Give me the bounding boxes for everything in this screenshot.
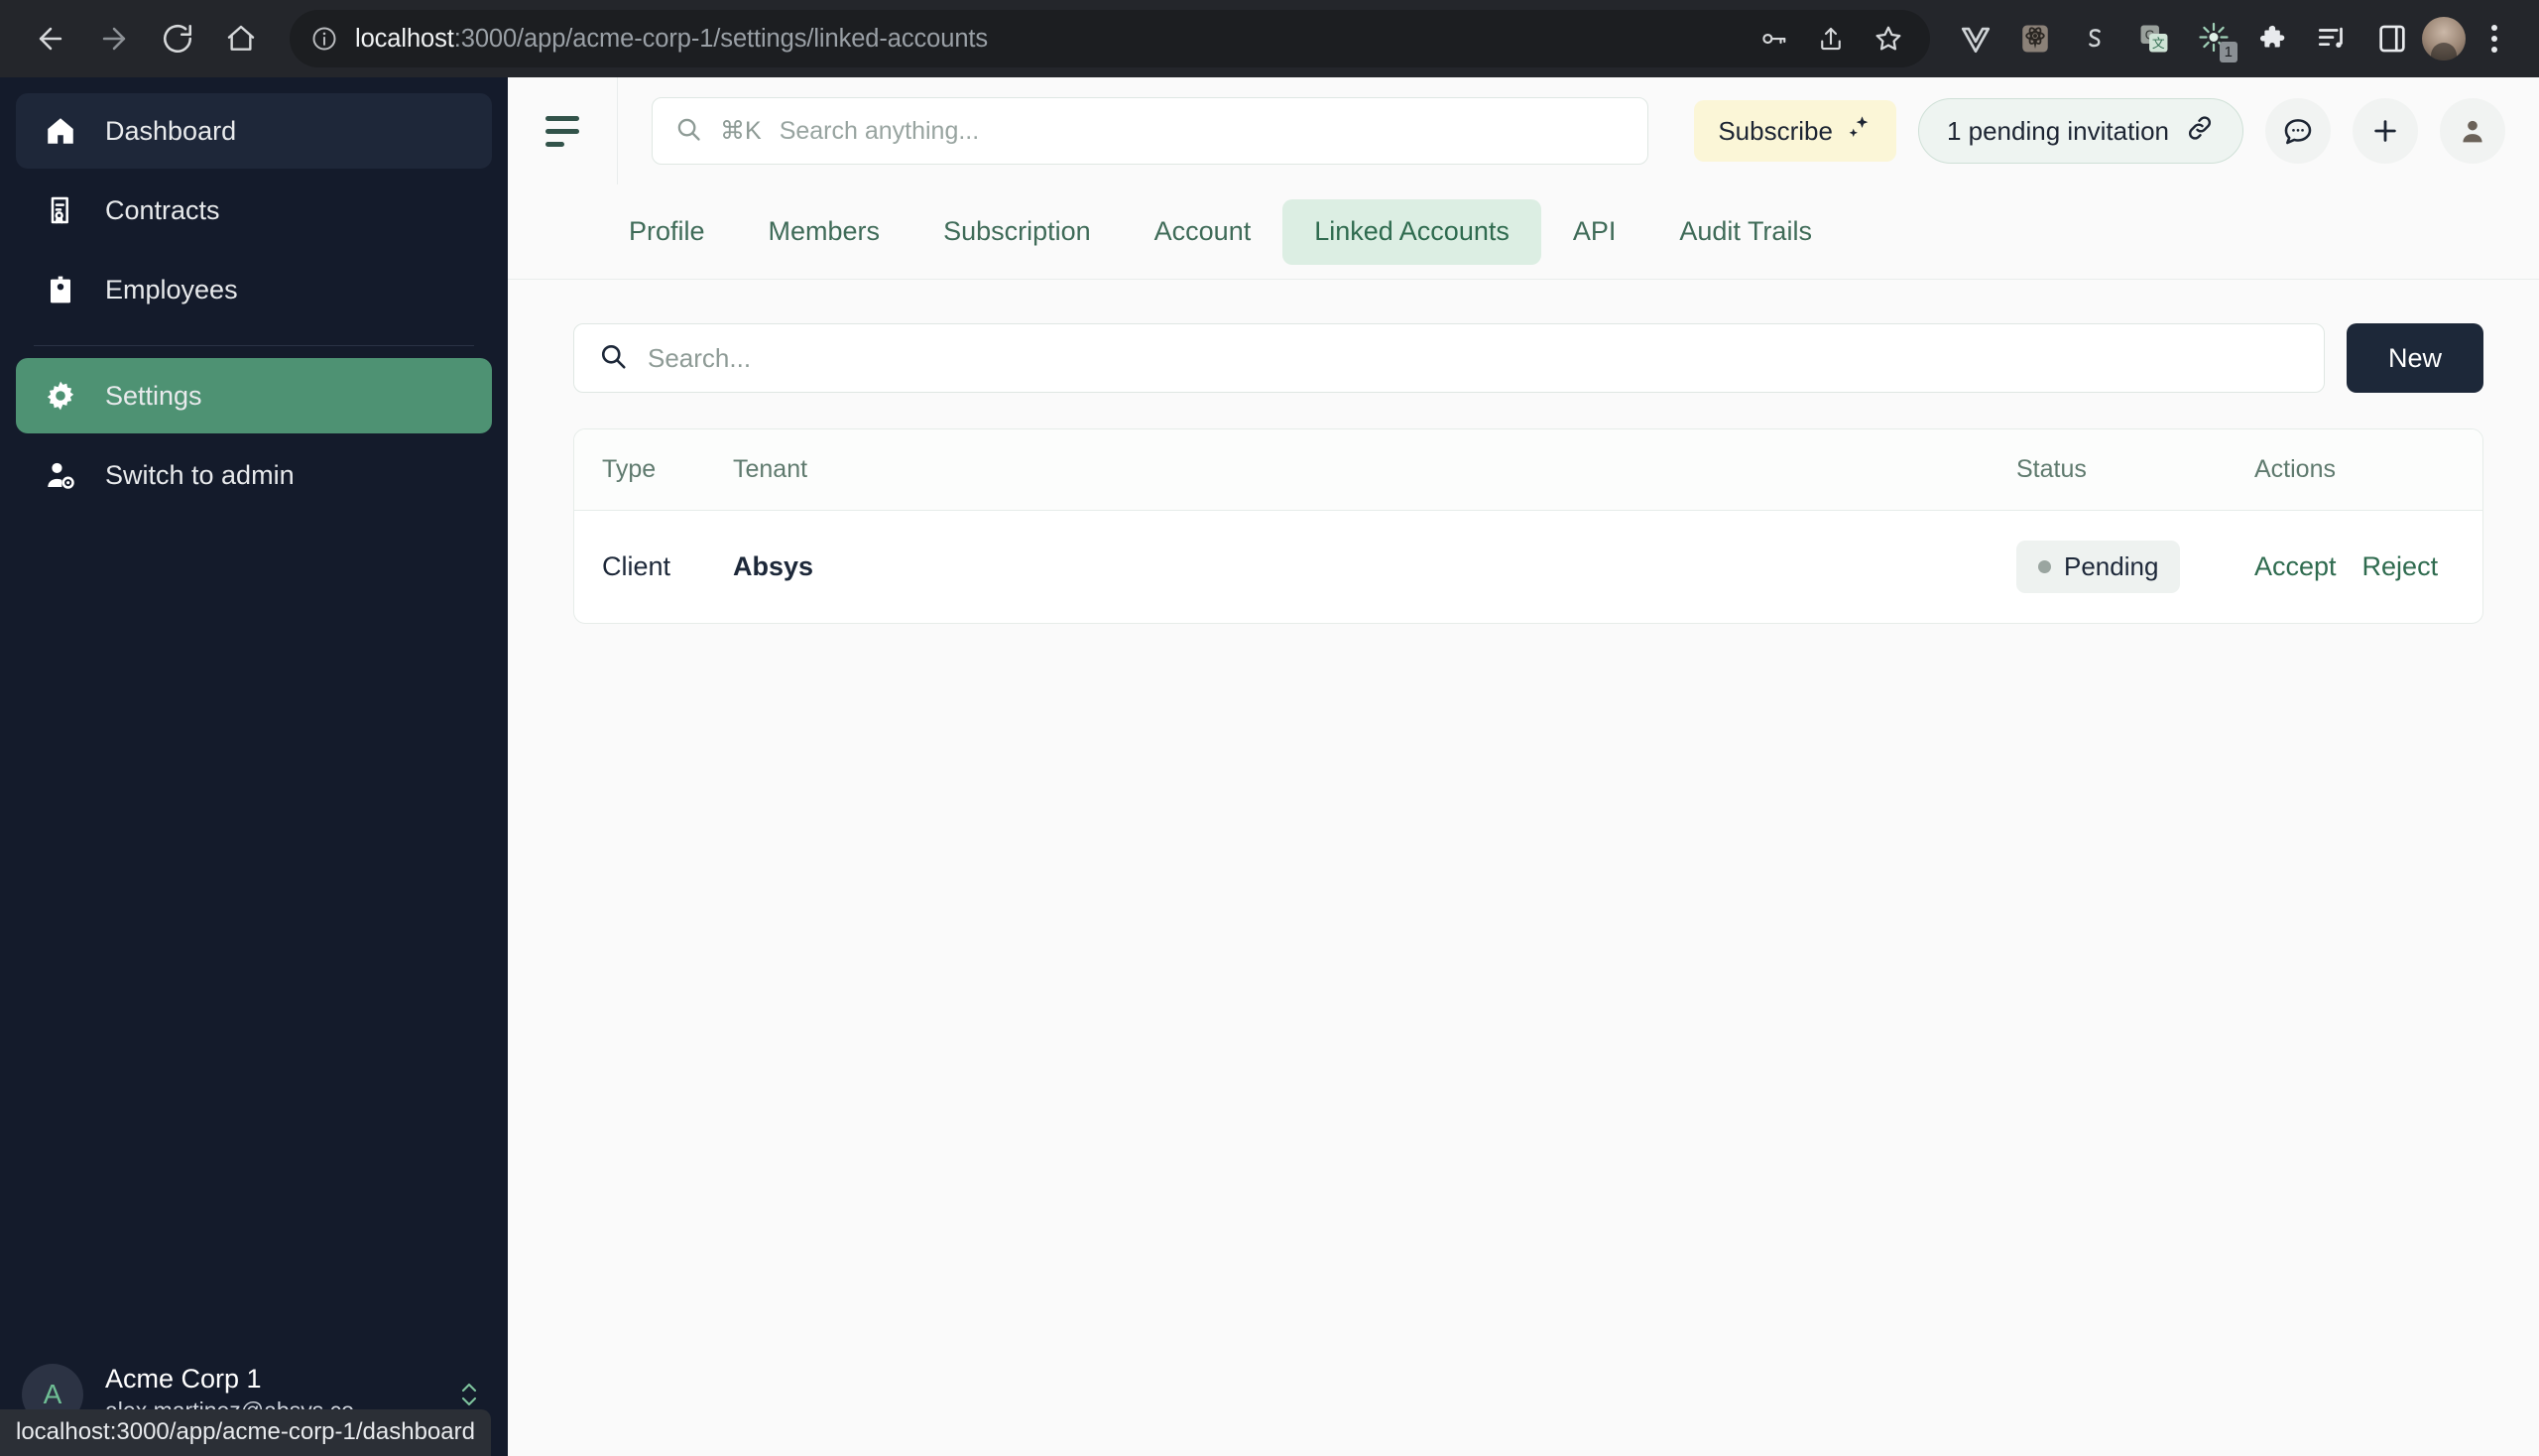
home-icon[interactable] (212, 10, 270, 67)
global-search-input[interactable]: ⌘K Search anything... (652, 97, 1648, 165)
side-panel-icon[interactable] (2368, 15, 2416, 62)
sidebar-item-settings[interactable]: Settings (16, 358, 492, 433)
sidebar-item-label: Settings (105, 380, 202, 411)
subscribe-button[interactable]: Subscribe (1694, 100, 1896, 162)
column-header-status: Status (2016, 429, 2254, 511)
linked-accounts-table: Type Tenant Status Actions Client Absys (573, 428, 2483, 624)
new-button[interactable]: New (2346, 323, 2483, 393)
user-gear-icon (42, 456, 79, 494)
chat-bubble-icon[interactable] (2265, 98, 2331, 164)
topbar-actions: Subscribe 1 pending invitation (1694, 98, 2505, 164)
sidebar-item-label: Switch to admin (105, 459, 295, 490)
id-badge-icon (42, 271, 79, 308)
extension-badge-count: 1 (2219, 42, 2237, 62)
cell-actions: Accept Reject (2254, 511, 2482, 624)
table-row: Client Absys Pending Accept Reject (574, 511, 2482, 624)
tab-audit-trails[interactable]: Audit Trails (1647, 199, 1844, 265)
share-icon[interactable] (1809, 17, 1853, 61)
table-header-row: Type Tenant Status Actions (574, 429, 2482, 511)
sparkle-extension-icon[interactable]: 1 (2190, 15, 2237, 62)
address-bar[interactable]: localhost:3000/app/acme-corp-1/settings/… (290, 10, 1930, 67)
extensions-puzzle-icon[interactable] (2249, 15, 2297, 62)
sidebar-item-label: Employees (105, 274, 238, 304)
sidebar-nav: Dashboard Contracts Employees Settings S… (0, 77, 508, 517)
status-label: Pending (2064, 551, 2159, 581)
search-placeholder: Search anything... (779, 116, 980, 145)
forward-arrow-icon[interactable] (85, 10, 143, 67)
stripe-icon[interactable] (2071, 15, 2118, 62)
three-dot-menu-icon[interactable] (2472, 14, 2517, 63)
gear-icon (42, 377, 79, 415)
sidebar-item-employees[interactable]: Employees (16, 252, 492, 327)
svg-text:文: 文 (2152, 36, 2165, 51)
tab-account[interactable]: Account (1123, 199, 1283, 265)
site-info-icon[interactable] (309, 24, 339, 54)
star-icon[interactable] (1867, 17, 1910, 61)
sidebar-item-label: Contracts (105, 194, 220, 225)
vue-devtools-icon[interactable] (1952, 15, 1999, 62)
sidebar-item-dashboard[interactable]: Dashboard (16, 93, 492, 169)
reading-list-icon[interactable] (2309, 15, 2357, 62)
sidebar-divider (34, 345, 474, 346)
extension-toolbar: G文 1 (1952, 15, 2416, 62)
plus-icon[interactable] (2353, 98, 2418, 164)
column-header-tenant: Tenant (733, 429, 2016, 511)
tab-subscription[interactable]: Subscription (911, 199, 1123, 265)
reload-icon[interactable] (149, 10, 206, 67)
cell-type: Client (602, 551, 671, 581)
search-placeholder: Search... (648, 342, 752, 373)
link-icon (2185, 113, 2215, 150)
app-shell: Dashboard Contracts Employees Settings S… (0, 77, 2539, 1456)
app-topbar: ⌘K Search anything... Subscribe 1 pendin… (508, 77, 2539, 184)
browser-chrome: localhost:3000/app/acme-corp-1/settings/… (0, 0, 2539, 77)
sidebar-toggle-icon[interactable] (508, 77, 617, 184)
column-header-type: Type (574, 429, 733, 511)
topbar-divider (617, 77, 618, 184)
linked-accounts-panel: Search... New Type Tenant Status Actions (508, 280, 2539, 1456)
status-dot-icon (2038, 560, 2051, 573)
pending-invitation-label: 1 pending invitation (1946, 115, 2169, 146)
reject-link[interactable]: Reject (2362, 551, 2439, 582)
address-bar-url: localhost:3000/app/acme-corp-1/settings/… (355, 24, 989, 53)
tab-profile[interactable]: Profile (597, 199, 737, 265)
contract-icon (42, 191, 79, 229)
main-area: ⌘K Search anything... Subscribe 1 pendin… (508, 77, 2539, 1456)
table-toolbar: Search... New (573, 323, 2483, 393)
home-icon (42, 112, 79, 150)
status-badge: Pending (2016, 541, 2181, 593)
tab-linked-accounts[interactable]: Linked Accounts (1282, 198, 1541, 265)
column-header-actions: Actions (2254, 429, 2482, 511)
sparkles-icon (1845, 114, 1873, 149)
org-name: Acme Corp 1 (105, 1364, 262, 1395)
cell-tenant: Absys (733, 511, 2016, 624)
pending-invitation-button[interactable]: 1 pending invitation (1917, 98, 2243, 164)
sidebar-item-switch-to-admin[interactable]: Switch to admin (16, 437, 492, 513)
sidebar-item-label: Dashboard (105, 115, 237, 146)
back-arrow-icon[interactable] (22, 10, 79, 67)
search-icon (674, 115, 702, 148)
search-input[interactable]: Search... (573, 323, 2325, 393)
user-avatar-icon[interactable] (2440, 98, 2505, 164)
cell-status: Pending (2016, 511, 2254, 624)
chrome-profile-avatar[interactable] (2422, 17, 2466, 61)
browser-status-bar: localhost:3000/app/acme-corp-1/dashboard (0, 1409, 491, 1456)
sidebar-item-contracts[interactable]: Contracts (16, 173, 492, 248)
subscribe-label: Subscribe (1718, 115, 1833, 146)
sidebar: Dashboard Contracts Employees Settings S… (0, 77, 508, 1456)
search-icon (598, 341, 628, 376)
accept-link[interactable]: Accept (2254, 551, 2337, 582)
search-shortcut-hint: ⌘K (720, 117, 762, 145)
tab-members[interactable]: Members (737, 199, 912, 265)
settings-tabs: Profile Members Subscription Account Lin… (508, 184, 2539, 280)
google-translate-icon[interactable]: G文 (2130, 15, 2178, 62)
react-devtools-icon[interactable] (2011, 15, 2059, 62)
tenant-name: Absys (733, 551, 814, 581)
key-icon[interactable] (1752, 17, 1795, 61)
tab-api[interactable]: API (1541, 199, 1648, 265)
